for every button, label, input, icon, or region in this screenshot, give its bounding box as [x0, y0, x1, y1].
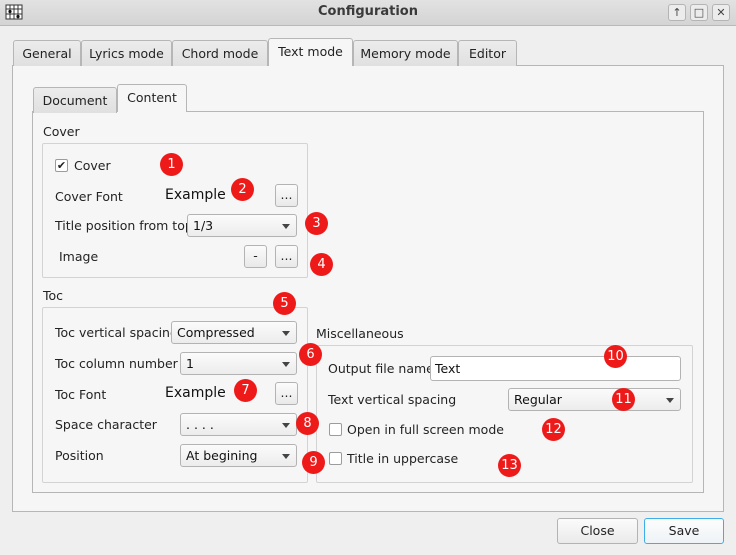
annotation-badge: 2 [231, 178, 254, 201]
annotation-badge: 13 [498, 454, 521, 477]
toc-column-number-value: 1 [186, 356, 194, 371]
image-label: Image [59, 249, 99, 264]
annotation-badge: 10 [604, 345, 627, 368]
text-vertical-spacing-select[interactable]: Regular [508, 388, 681, 411]
chevron-down-icon [666, 398, 674, 403]
chevron-down-icon [282, 362, 290, 367]
cover-checkbox-label: Cover [74, 158, 111, 173]
cover-font-example: Example [165, 187, 226, 203]
chevron-down-icon [282, 331, 290, 336]
close-window-button[interactable]: ✕ [712, 4, 730, 21]
chevron-down-icon [282, 454, 290, 459]
text-vertical-spacing-label: Text vertical spacing [328, 392, 457, 407]
annotation-badge: 5 [273, 292, 296, 315]
space-character-value: . . . . [186, 417, 214, 432]
toc-column-number-select[interactable]: 1 [180, 352, 297, 375]
toc-vertical-spacing-select[interactable]: Compressed [171, 321, 297, 344]
annotation-badge: 7 [234, 379, 257, 402]
toc-vertical-spacing-label: Toc vertical spacing [55, 325, 178, 340]
title-position-label: Title position from top [55, 218, 193, 233]
keep-above-button[interactable]: ↑ [668, 4, 686, 21]
position-label: Position [55, 448, 104, 463]
annotation-badge: 11 [612, 388, 635, 411]
tab-chord-mode[interactable]: Chord mode [172, 40, 268, 66]
fullscreen-label: Open in full screen mode [347, 422, 504, 437]
uppercase-label: Title in uppercase [347, 451, 459, 466]
close-button[interactable]: Close [557, 518, 638, 544]
toc-font-example: Example [165, 385, 226, 401]
chevron-down-icon [282, 423, 290, 428]
window-title: Configuration [318, 4, 418, 19]
toc-column-number-label: Toc column number [55, 356, 178, 371]
annotation-badge: 1 [160, 153, 183, 176]
output-file-label: Output file name [328, 361, 434, 376]
position-select[interactable]: At begining [180, 444, 297, 467]
misc-group-title: Miscellaneous [316, 326, 404, 341]
cover-font-button[interactable]: ... [275, 184, 298, 207]
maximize-button[interactable]: □ [690, 4, 708, 21]
image-remove-button[interactable]: - [244, 245, 267, 268]
annotation-badge: 12 [542, 418, 565, 441]
uppercase-checkbox[interactable] [329, 452, 342, 465]
tab-text-mode[interactable]: Text mode [268, 38, 353, 66]
position-value: At begining [186, 448, 258, 463]
chevron-down-icon [282, 224, 290, 229]
save-button[interactable]: Save [644, 518, 724, 544]
toc-font-label: Toc Font [55, 387, 107, 402]
cover-checkbox[interactable]: ✔ [55, 159, 68, 172]
text-vertical-spacing-value: Regular [514, 392, 562, 407]
space-character-select[interactable]: . . . . [180, 413, 297, 436]
space-character-label: Space character [55, 417, 157, 432]
annotation-badge: 3 [305, 212, 328, 235]
toc-font-button[interactable]: ... [275, 382, 298, 405]
tab-memory-mode[interactable]: Memory mode [353, 40, 458, 66]
toc-vertical-spacing-value: Compressed [177, 325, 255, 340]
title-position-value: 1/3 [193, 218, 214, 233]
cover-font-label: Cover Font [55, 189, 123, 204]
annotation-badge: 8 [296, 412, 319, 435]
subtab-document[interactable]: Document [33, 87, 117, 113]
tab-general[interactable]: General [13, 40, 81, 66]
annotation-badge: 9 [302, 451, 325, 474]
fullscreen-checkbox[interactable] [329, 423, 342, 436]
title-bar: Configuration ↑ □ ✕ [0, 0, 736, 26]
tab-lyrics-mode[interactable]: Lyrics mode [81, 40, 172, 66]
annotation-badge: 4 [310, 253, 333, 276]
output-file-input[interactable]: Text [430, 356, 681, 381]
toc-group-title: Toc [43, 288, 64, 303]
annotation-badge: 6 [299, 343, 322, 366]
title-position-select[interactable]: 1/3 [187, 214, 297, 237]
tab-editor[interactable]: Editor [458, 40, 517, 66]
image-browse-button[interactable]: ... [275, 245, 298, 268]
cover-group-title: Cover [43, 124, 80, 139]
subtab-content[interactable]: Content [117, 84, 187, 112]
